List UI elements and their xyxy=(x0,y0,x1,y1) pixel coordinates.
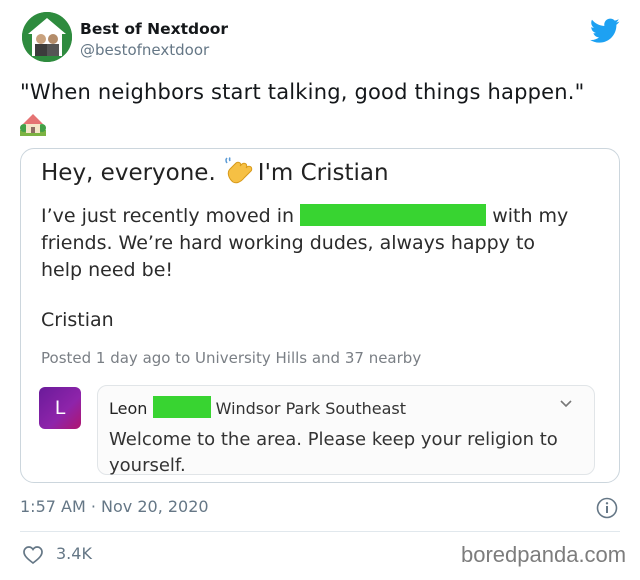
avatar-image xyxy=(22,12,72,62)
tweet-timestamp[interactable]: 1:57 AM · Nov 20, 2020 xyxy=(20,497,209,516)
post-body-line-3: help need be! xyxy=(41,259,173,281)
reply-neighborhood[interactable]: Windsor Park Southeast xyxy=(216,399,406,418)
post-body-line-2: friends. We’re hard working dudes, alway… xyxy=(41,232,536,254)
reply-author-name[interactable]: Leon xyxy=(109,399,147,418)
watermark: boredpanda.com xyxy=(461,542,627,567)
reply-comment: Leon Windsor Park Southeast Welcome to t… xyxy=(97,385,595,476)
post-body-line-1: I’ve just recently moved in with my xyxy=(41,203,601,230)
tweet-text: "When neighbors start talking, good thin… xyxy=(20,80,585,104)
reply-header: Leon Windsor Park Southeast xyxy=(109,396,406,418)
like-count[interactable]: 3.4K xyxy=(56,544,92,563)
profile-avatar[interactable] xyxy=(22,12,72,62)
waving-hand-icon xyxy=(225,157,253,184)
embedded-post-card[interactable]: Hey, everyone. I'm Cristian I’ve just re… xyxy=(20,148,620,483)
reply-avatar[interactable]: L xyxy=(39,387,81,429)
author-name[interactable]: Best of Nextdoor xyxy=(80,20,228,38)
heart-icon[interactable] xyxy=(22,545,44,565)
post-signature: Cristian xyxy=(41,309,114,331)
reply-redaction-bar xyxy=(152,396,211,418)
post-body: I’ve just recently moved in with my frie… xyxy=(41,203,601,284)
twitter-bird-icon[interactable] xyxy=(590,18,620,44)
info-icon[interactable] xyxy=(596,497,618,519)
post-heading-greeting: Hey, everyone. xyxy=(41,160,216,186)
redaction-bar xyxy=(300,204,487,226)
post-heading-name: I'm Cristian xyxy=(257,160,389,186)
reply-text: Welcome to the area. Please keep your re… xyxy=(109,429,558,476)
footer-divider xyxy=(20,531,620,532)
posted-meta[interactable]: Posted 1 day ago to University Hills and… xyxy=(41,349,421,367)
post-body-text-start: I’ve just recently moved in xyxy=(41,205,295,227)
post-heading: Hey, everyone. I'm Cristian xyxy=(41,157,389,186)
chevron-down-icon[interactable] xyxy=(560,400,572,408)
author-handle[interactable]: @bestofnextdoor xyxy=(80,41,209,59)
house-with-garden-icon xyxy=(20,114,46,136)
post-body-text-end: with my xyxy=(492,205,569,227)
